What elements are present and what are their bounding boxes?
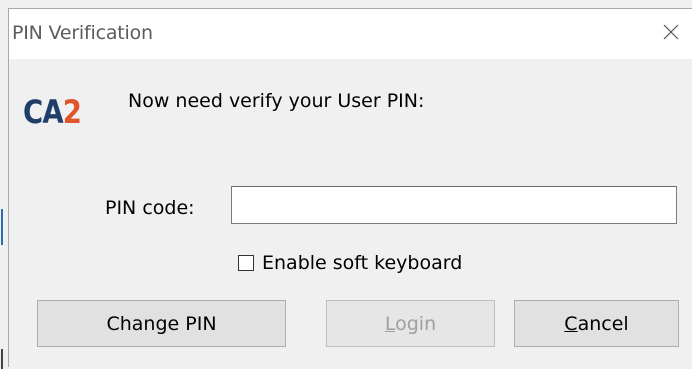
prompt-text: Now need verify your User PIN: bbox=[128, 90, 425, 112]
login-label: Login bbox=[384, 312, 437, 335]
enable-soft-keyboard-label: Enable soft keyboard bbox=[262, 252, 463, 274]
change-pin-button[interactable]: Change PIN bbox=[37, 300, 286, 347]
enable-soft-keyboard-checkbox[interactable]: Enable soft keyboard bbox=[238, 251, 462, 275]
background-window-edge-dark bbox=[1, 349, 3, 369]
close-button[interactable] bbox=[656, 17, 686, 47]
background-window-edge bbox=[1, 209, 3, 245]
ca2-logo: CA2 bbox=[23, 93, 82, 131]
checkbox-box[interactable] bbox=[238, 255, 254, 271]
login-button[interactable]: Login bbox=[326, 300, 495, 347]
close-icon bbox=[663, 24, 679, 40]
pin-code-label: PIN code: bbox=[105, 197, 195, 219]
cancel-button[interactable]: Cancel bbox=[514, 300, 679, 347]
title-bar: PIN Verification bbox=[9, 9, 692, 59]
cancel-label: Cancel bbox=[564, 312, 629, 335]
pin-verification-dialog: PIN Verification CA2 Now need verify you… bbox=[1, 8, 692, 369]
pin-code-input[interactable] bbox=[231, 186, 677, 224]
change-pin-label: Change PIN bbox=[106, 312, 217, 335]
window-title: PIN Verification bbox=[12, 22, 153, 44]
